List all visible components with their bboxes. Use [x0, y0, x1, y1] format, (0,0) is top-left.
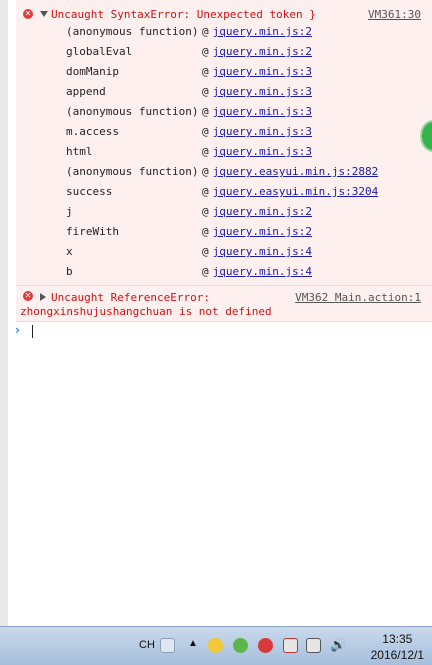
- stack-source-link[interactable]: jquery.min.js:2: [213, 205, 312, 218]
- stack-source-link[interactable]: jquery.easyui.min.js:3204: [213, 185, 379, 198]
- stack-frame: fireWith @ jquery.min.js:2: [66, 222, 312, 242]
- stack-function: html: [66, 145, 93, 158]
- stack-frame: (anonymous function) @ jquery.easyui.min.j…: [66, 162, 378, 182]
- stack-frame: append @ jquery.min.js:3: [66, 82, 312, 102]
- stack-frame: m.access @ jquery.min.js:3: [66, 122, 312, 142]
- error-source-link[interactable]: VM362 Main.action:1: [295, 291, 421, 304]
- ime-indicator[interactable]: CH: [139, 639, 155, 651]
- stack-function: x: [66, 245, 73, 258]
- stack-at: @: [202, 65, 209, 78]
- expand-triangle-icon[interactable]: [40, 11, 48, 17]
- stack-at: @: [202, 245, 209, 258]
- stack-at: @: [202, 25, 209, 38]
- stack-at: @: [202, 205, 209, 218]
- stack-source-link[interactable]: jquery.min.js:4: [213, 245, 312, 258]
- system-clock[interactable]: 13:35 2016/12/1: [371, 631, 424, 663]
- stack-function: fireWith: [66, 225, 119, 238]
- stack-source-link[interactable]: jquery.min.js:3: [213, 105, 312, 118]
- windows-taskbar: CH ▲ 🔊 13:35 2016/12/1: [0, 626, 432, 665]
- stack-source-link[interactable]: jquery.min.js:4: [213, 265, 312, 278]
- stack-frame: (anonymous function) @ jquery.min.js:3: [66, 102, 312, 122]
- stack-frame: j @ jquery.min.js:2: [66, 202, 312, 222]
- stack-at: @: [202, 105, 209, 118]
- clock-time: 13:35: [382, 632, 413, 646]
- stack-frame: x @ jquery.min.js:4: [66, 242, 312, 262]
- stack-source-link[interactable]: jquery.easyui.min.js:2882: [213, 165, 379, 178]
- stack-function: m.access: [66, 125, 119, 138]
- stack-source-link[interactable]: jquery.min.js:3: [213, 145, 312, 158]
- expand-triangle-icon[interactable]: [40, 293, 46, 301]
- chevron-right-icon: ›: [15, 323, 20, 337]
- stack-function: append: [66, 85, 106, 98]
- stack-at: @: [202, 185, 209, 198]
- stack-at: @: [202, 165, 209, 178]
- devtools-console: ✕ Uncaught SyntaxError: Unexpected token…: [0, 0, 432, 626]
- console-input[interactable]: ›: [8, 322, 432, 342]
- stack-frame: success @ jquery.easyui.min.js:3204: [66, 182, 378, 202]
- stack-at: @: [202, 145, 209, 158]
- stack-frame: (anonymous function) @ jquery.min.js:2: [66, 22, 312, 42]
- stack-source-link[interactable]: jquery.min.js:2: [213, 45, 312, 58]
- stack-function: globalEval: [66, 45, 133, 58]
- stack-function: j: [66, 205, 73, 218]
- error-message-reference[interactable]: ✕ Uncaught ReferenceError: zhongxinshuju…: [16, 286, 432, 322]
- stack-function: (anonymous function): [66, 165, 199, 178]
- keyboard-icon[interactable]: [160, 638, 175, 653]
- error-text: Uncaught SyntaxError: Unexpected token }: [51, 8, 316, 21]
- show-hidden-icons-icon[interactable]: ▲: [188, 638, 198, 649]
- stack-at: @: [202, 265, 209, 278]
- stack-source-link[interactable]: jquery.min.js:3: [213, 65, 312, 78]
- stack-frame: html @ jquery.min.js:3: [66, 142, 312, 162]
- stack-function: (anonymous function): [66, 25, 199, 38]
- text-cursor: [32, 325, 33, 338]
- stack-frame: globalEval @ jquery.min.js:2: [66, 42, 312, 62]
- volume-icon[interactable]: 🔊: [330, 637, 346, 653]
- stack-source-link[interactable]: jquery.min.js:2: [213, 225, 312, 238]
- stack-at: @: [202, 85, 209, 98]
- error-text-line2: zhongxinshujushangchuan is not defined: [20, 305, 272, 318]
- stack-function: domManip: [66, 65, 119, 78]
- stack-function: success: [66, 185, 113, 198]
- security-icon[interactable]: [258, 638, 273, 653]
- error-source-link[interactable]: VM361:30: [368, 8, 421, 21]
- console-messages: ✕ Uncaught SyntaxError: Unexpected token…: [16, 0, 432, 626]
- network-blocked-icon[interactable]: [283, 638, 298, 653]
- plus-app-icon[interactable]: [233, 638, 248, 653]
- stack-frame: domManip @ jquery.min.js:3: [66, 62, 312, 82]
- error-message-syntax[interactable]: ✕ Uncaught SyntaxError: Unexpected token…: [16, 0, 432, 286]
- qq-icon[interactable]: [208, 638, 223, 653]
- stack-source-link[interactable]: jquery.min.js:3: [213, 85, 312, 98]
- stack-at: @: [202, 125, 209, 138]
- stack-source-link[interactable]: jquery.min.js:2: [213, 25, 312, 38]
- error-circle-icon: ✕: [23, 291, 33, 301]
- error-text: Uncaught ReferenceError:: [51, 291, 210, 304]
- network-icon[interactable]: [306, 638, 321, 653]
- error-circle-icon: ✕: [23, 9, 33, 19]
- stack-at: @: [202, 225, 209, 238]
- stack-frame: b @ jquery.min.js:4: [66, 262, 312, 282]
- stack-at: @: [202, 45, 209, 58]
- clock-date: 2016/12/1: [370, 648, 424, 662]
- stack-source-link[interactable]: jquery.min.js:3: [213, 125, 312, 138]
- stack-function: (anonymous function): [66, 105, 199, 118]
- stack-function: b: [66, 265, 73, 278]
